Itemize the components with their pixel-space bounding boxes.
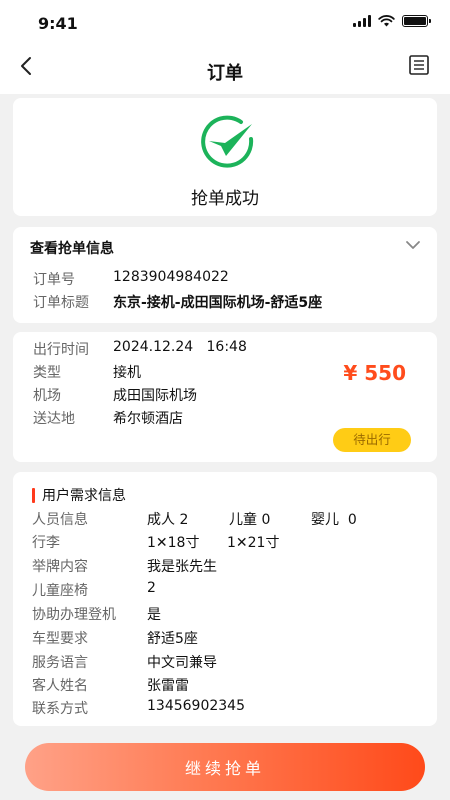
nav-bar: 订单: [0, 44, 450, 94]
type-value: 接机: [113, 365, 141, 381]
checkin-label: 协助办理登机: [32, 607, 116, 623]
wifi-icon: [378, 15, 395, 27]
success-card: 抢单成功: [13, 98, 437, 216]
order-number-row: 订单号 1283904984022: [33, 269, 229, 289]
contact-value: 13456902345: [147, 698, 245, 714]
battery-icon: [402, 15, 431, 27]
requirements-card: 用户需求信息 人员信息 成人 2 儿童 0 婴儿 0 行李 1✕18寸 1✕21…: [13, 472, 437, 726]
order-title-row: 订单标题 东京-接机-成田国际机场-舒适5座: [33, 292, 322, 312]
price: ¥ 550: [343, 361, 406, 385]
guest-name-value: 张雷雷: [147, 678, 189, 694]
success-label: 抢单成功: [191, 189, 259, 209]
trip-card: 出行时间 2024.12.24 16:48 类型 接机 机场 成田国际机场 送达…: [13, 332, 437, 462]
order-title-label: 订单标题: [33, 295, 89, 311]
people-row: 人员信息 成人 2 儿童 0 婴儿 0: [32, 509, 357, 529]
order-title-value: 东京-接机-成田国际机场-舒适5座: [113, 295, 323, 311]
contact-label: 联系方式: [32, 701, 88, 717]
destination-value: 希尔顿酒店: [113, 411, 183, 427]
requirements-title-text: 用户需求信息: [42, 488, 126, 504]
checkin-row: 协助办理登机 是: [32, 604, 161, 624]
status-badge: 待出行: [333, 428, 411, 452]
departure-time-row: 出行时间 2024.12.24 16:48: [33, 339, 247, 359]
guest-name-label: 客人姓名: [32, 678, 88, 694]
order-number-label: 订单号: [33, 272, 75, 288]
status-bar: 9:41: [0, 0, 450, 44]
airport-row: 机场 成田国际机场: [33, 385, 197, 405]
order-info-header: 查看抢单信息: [30, 241, 114, 257]
airport-value: 成田国际机场: [113, 388, 197, 404]
adult-count: 成人 2: [147, 512, 189, 528]
language-row: 服务语言 中文司兼导: [32, 652, 217, 672]
language-value: 中文司兼导: [147, 655, 217, 671]
sign-row: 举牌内容 我是张先生: [32, 556, 217, 576]
type-label: 类型: [33, 365, 61, 381]
departure-time-value: 2024.12.24 16:48: [113, 339, 247, 355]
sign-value: 我是张先生: [147, 559, 217, 575]
status-icons: [353, 15, 431, 27]
infant-count: 婴儿 0: [311, 512, 357, 528]
page-title: 订单: [207, 63, 243, 84]
sign-label: 举牌内容: [32, 559, 88, 575]
people-label: 人员信息: [32, 512, 88, 528]
contact-row: 联系方式 13456902345: [32, 698, 245, 718]
airport-label: 机场: [33, 388, 61, 404]
child-seat-row: 儿童座椅 2: [32, 580, 156, 600]
success-check-icon: [201, 115, 254, 168]
departure-time-label: 出行时间: [33, 342, 89, 358]
checkin-value: 是: [147, 607, 161, 623]
destination-row: 送达地 希尔顿酒店: [33, 408, 183, 428]
guest-name-row: 客人姓名 张雷雷: [32, 675, 189, 695]
status-time: 9:41: [38, 14, 78, 33]
order-info-card: 查看抢单信息 订单号 1283904984022 订单标题 东京-接机-成田国际…: [13, 227, 437, 323]
child-count: 儿童 0: [229, 512, 271, 528]
document-list-icon: [409, 55, 429, 75]
cellular-signal-icon: [353, 15, 371, 27]
document-menu-button[interactable]: [408, 54, 430, 76]
chevron-down-icon[interactable]: [405, 239, 421, 251]
car-type-label: 车型要求: [32, 631, 88, 647]
luggage-item-1: 1✕18寸: [147, 535, 200, 551]
continue-grab-order-button[interactable]: 继续抢单: [25, 743, 425, 791]
order-number-value: 1283904984022: [113, 269, 229, 285]
type-row: 类型 接机: [33, 362, 141, 382]
luggage-label: 行李: [32, 535, 60, 551]
destination-label: 送达地: [33, 411, 75, 427]
car-type-value: 舒适5座: [147, 631, 198, 647]
child-seat-value: 2: [147, 580, 156, 596]
section-accent-bar: [32, 487, 35, 503]
requirements-title: 用户需求信息: [32, 485, 126, 505]
child-seat-label: 儿童座椅: [32, 583, 88, 599]
luggage-item-2: 1✕21寸: [227, 535, 280, 551]
car-type-row: 车型要求 舒适5座: [32, 628, 198, 648]
luggage-row: 行李 1✕18寸 1✕21寸: [32, 532, 279, 552]
language-label: 服务语言: [32, 655, 88, 671]
